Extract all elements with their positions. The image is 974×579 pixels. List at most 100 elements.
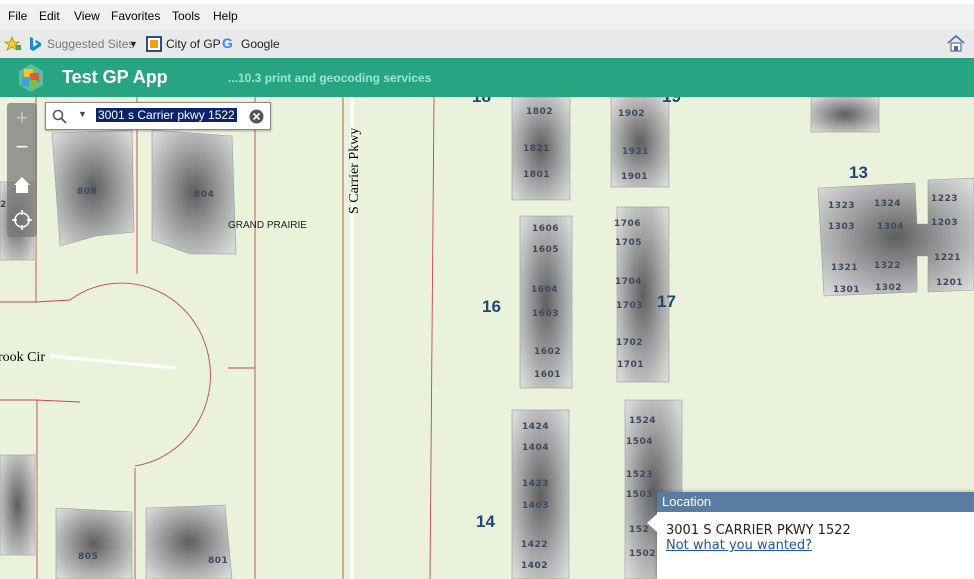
building-1400[interactable] xyxy=(511,409,570,579)
menu-edit[interactable]: Edit xyxy=(39,9,60,23)
unit-label: 1901 xyxy=(621,172,648,182)
suggested-sites-link[interactable]: Suggested Sites xyxy=(47,37,134,51)
unit-label: 1702 xyxy=(616,338,643,348)
unit-label: 1603 xyxy=(532,309,559,319)
search-input[interactable]: 3001 s Carrier pkwy 1522 xyxy=(96,108,237,122)
unit-label: 1604 xyxy=(531,285,558,295)
menu-view[interactable]: View xyxy=(74,9,100,23)
building-top-right[interactable] xyxy=(810,97,880,133)
not-what-you-wanted-link[interactable]: Not what you wanted? xyxy=(666,538,812,553)
unit-label: 1423 xyxy=(522,479,549,489)
unit-label: 1403 xyxy=(522,501,549,511)
menu-file[interactable]: File xyxy=(8,9,27,23)
unit-label: 1404 xyxy=(522,443,549,453)
lot-number: 19 xyxy=(662,97,681,106)
lot-number: 13 xyxy=(849,163,868,182)
home-extent-button[interactable] xyxy=(7,170,37,200)
unit-label: 1322 xyxy=(874,261,901,271)
unit-label: 1502 xyxy=(629,549,656,559)
app-logo-icon xyxy=(19,64,43,92)
unit-label: 1302 xyxy=(875,283,902,293)
unit-label: 805 xyxy=(78,552,98,562)
location-popup: Location 3001 S CARRIER PKWY 1522 Not wh… xyxy=(647,492,974,579)
unit-label: 1402 xyxy=(521,561,548,571)
unit-label: 1424 xyxy=(522,422,549,432)
google-icon: G xyxy=(222,35,233,51)
unit-label: 1221 xyxy=(934,253,961,263)
street-label-cir: rook Cir xyxy=(0,350,45,365)
favorites-bar: Suggested Sites ▼ City of GP G Google xyxy=(0,30,974,59)
menu-help[interactable]: Help xyxy=(213,9,238,23)
unit-label: 1504 xyxy=(626,437,653,447)
city-site-icon xyxy=(146,36,162,52)
unit-label: 1706 xyxy=(614,219,641,229)
map-nav-controls: + − xyxy=(7,103,37,237)
unit-label: 801 xyxy=(208,556,228,566)
popup-address: 3001 S CARRIER PKWY 1522 xyxy=(666,523,851,538)
unit-label: 1705 xyxy=(615,238,642,248)
menu-tools[interactable]: Tools xyxy=(172,9,200,23)
road-cir-line xyxy=(49,354,177,370)
unit-label: 1323 xyxy=(828,201,855,211)
lot-number: 17 xyxy=(657,292,676,311)
zoom-in-button[interactable]: + xyxy=(7,103,37,133)
building-801[interactable] xyxy=(145,504,233,579)
app-subtitle: ...10.3 print and geocoding services xyxy=(228,71,432,85)
building-805[interactable] xyxy=(55,507,133,579)
unit-label: 1601 xyxy=(534,370,561,380)
unit-label: 1223 xyxy=(931,194,958,204)
unit-label: 1321 xyxy=(831,263,858,273)
unit-label: 1503 xyxy=(626,490,653,500)
app-header: Test GP App ...10.3 print and geocoding … xyxy=(0,58,974,97)
search-icon[interactable] xyxy=(52,109,67,124)
locate-icon xyxy=(12,210,32,230)
search-box: ▼ 3001 s Carrier pkwy 1522 xyxy=(45,102,271,130)
popup-pointer xyxy=(647,514,657,532)
unit-label: 804 xyxy=(194,190,214,200)
unit-label: 1902 xyxy=(618,109,645,119)
city-of-gp-link[interactable]: City of GP xyxy=(166,37,221,51)
unit-label: 1802 xyxy=(526,107,553,117)
unit-label: 1324 xyxy=(874,199,901,209)
unit-label: 1606 xyxy=(532,224,559,234)
unit-label: 1303 xyxy=(828,222,855,232)
search-source-dropdown-icon[interactable]: ▼ xyxy=(78,109,87,119)
unit-label: 1304 xyxy=(877,222,904,232)
building-edge-bottom[interactable] xyxy=(0,454,36,556)
bing-icon xyxy=(30,37,41,51)
unit-label: 1704 xyxy=(615,277,642,287)
unit-label: 808 xyxy=(77,187,97,197)
clear-search-icon[interactable] xyxy=(249,109,264,124)
place-label: GRAND PRAIRIE xyxy=(228,220,307,231)
app-title: Test GP App xyxy=(62,67,168,87)
unit-label: 1203 xyxy=(931,218,958,228)
unit-label: 1801 xyxy=(523,170,550,180)
unit-label: 1201 xyxy=(936,278,963,288)
unit-label: 1821 xyxy=(523,144,550,154)
unit-label: 1524 xyxy=(629,416,656,426)
street-label-carrier: S Carrier Pkwy xyxy=(347,128,362,214)
unit-label: 1605 xyxy=(532,245,559,255)
unit-label: 1602 xyxy=(534,347,561,357)
lot-number: 14 xyxy=(476,512,495,531)
unit-label: 1703 xyxy=(616,301,643,311)
home-icon xyxy=(14,177,30,193)
unit-label: 1523 xyxy=(626,470,653,480)
lot-number: 18 xyxy=(472,97,491,106)
home-icon[interactable] xyxy=(946,34,966,52)
zoom-out-button[interactable]: − xyxy=(7,132,37,162)
unit-label: 1701 xyxy=(617,360,644,370)
popup-title: Location xyxy=(657,492,974,512)
unit-label: 1422 xyxy=(521,540,548,550)
menu-favorites[interactable]: Favorites xyxy=(111,9,160,23)
lot-number: 16 xyxy=(482,297,501,316)
unit-label: 1301 xyxy=(833,285,860,295)
locate-button[interactable] xyxy=(7,205,37,235)
building-1600[interactable] xyxy=(519,215,573,389)
menu-bar: File Edit View Favorites Tools Help xyxy=(0,4,974,30)
favorites-star-icon[interactable] xyxy=(4,36,22,52)
dropdown-arrow-icon[interactable]: ▼ xyxy=(129,39,138,49)
unit-label: 1921 xyxy=(622,147,649,157)
unit-label: 2 xyxy=(0,200,7,210)
google-link[interactable]: Google xyxy=(241,37,280,51)
